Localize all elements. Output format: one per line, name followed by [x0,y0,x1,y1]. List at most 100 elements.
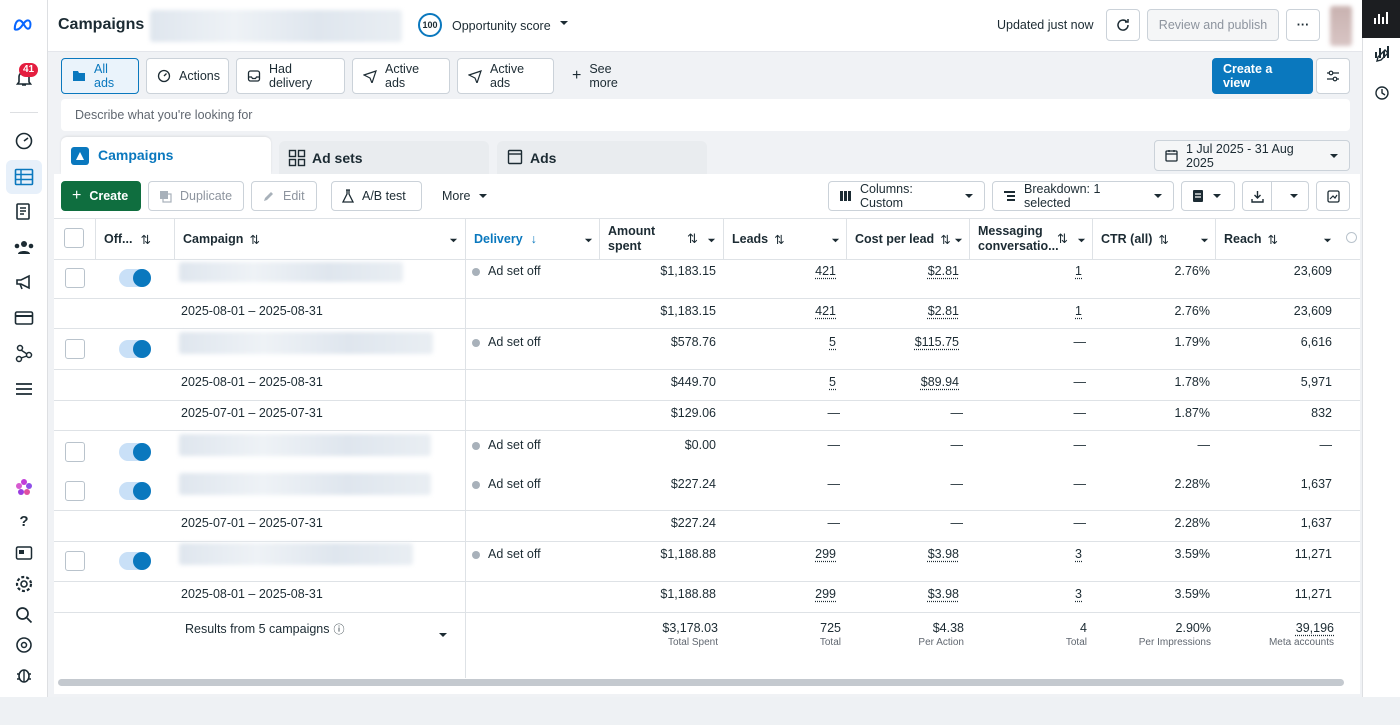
audiences-icon[interactable] [12,235,36,259]
col-header-reach[interactable]: Reach ⇅ [1224,218,1278,260]
columns-dropdown[interactable]: Columns: Custom [828,181,985,211]
row-checkbox[interactable] [65,551,85,571]
leads-cell[interactable]: 421 [724,304,836,318]
chevron-down-icon[interactable] [449,234,458,248]
filter-settings-button[interactable] [1316,58,1350,94]
chevron-down-icon[interactable] [1280,182,1308,210]
filter-active-ads-2[interactable]: Active ads [457,58,554,94]
open-chart-button[interactable] [1316,181,1350,211]
charts-toggle-icon[interactable] [1373,10,1389,29]
cost-per-lead-cell[interactable]: $2.81 [847,304,959,318]
history-clock-icon[interactable] [1374,85,1390,104]
col-header-cost-per-lead[interactable]: Cost per lead ⇅ [855,218,951,260]
tab-ad-sets[interactable]: Ad sets [279,141,489,174]
filter-actions[interactable]: Actions [146,58,229,94]
date-range-picker[interactable]: 1 Jul 2025 - 31 Aug 2025 [1154,140,1350,171]
chevron-down-icon[interactable] [1200,234,1209,248]
cost-per-lead-cell[interactable]: $3.98 [847,547,959,561]
pages-icon[interactable] [12,200,36,224]
cost-per-lead-cell[interactable]: $115.75 [847,335,959,349]
col-header-messaging[interactable]: Messaging conversatio... [978,218,1059,260]
cost-per-lead-cell[interactable]: $89.94 [847,375,959,389]
campaign-name[interactable] [179,434,431,456]
col-header-ctr[interactable]: CTR (all) ⇅ [1101,218,1169,260]
messaging-cell[interactable]: 1 [970,304,1082,318]
settings-gear-icon[interactable] [12,572,36,596]
ad-account-selector[interactable] [150,10,402,42]
bug-report-icon[interactable] [12,663,36,687]
horizontal-scrollbar[interactable] [58,679,1344,686]
col-header-offon[interactable]: Off... ⇅ [104,218,151,260]
more-options-button[interactable]: ··· [1286,9,1320,41]
export-button-group[interactable] [1242,181,1309,211]
edit-button[interactable]: Edit [251,181,317,211]
duplicate-button[interactable]: Duplicate [148,181,244,211]
chevron-down-icon[interactable] [558,17,570,32]
refresh-button[interactable] [1106,9,1140,41]
meta-ai-icon[interactable] [12,475,36,499]
add-column-icon[interactable] [1346,232,1357,243]
download-icon[interactable] [1243,182,1272,210]
select-all-checkbox[interactable] [64,228,84,248]
see-more-button[interactable]: + See more [562,58,652,94]
campaign-toggle[interactable] [119,552,151,570]
campaign-name[interactable] [179,543,413,565]
create-view-button[interactable]: Create a view [1212,58,1313,94]
col-header-leads[interactable]: Leads ⇅ [732,218,785,260]
chevron-down-icon[interactable] [1077,234,1086,248]
opportunity-score-label[interactable]: Opportunity score [452,19,551,33]
edit-pencil-icon[interactable] [1374,48,1390,67]
sort-icon[interactable]: ⇅ [1057,231,1068,247]
messaging-cell[interactable]: 1 [970,264,1082,278]
row-checkbox[interactable] [65,442,85,462]
leads-cell[interactable]: 421 [724,264,836,278]
help-icon[interactable]: ? [12,509,36,533]
campaign-name[interactable] [179,473,431,495]
avatar[interactable] [1330,6,1352,46]
cost-per-lead-cell[interactable]: $3.98 [847,587,959,601]
chevron-down-icon[interactable] [584,234,593,248]
tab-ads[interactable]: Ads [497,141,707,174]
row-checkbox[interactable] [65,268,85,288]
ads-megaphone-icon[interactable] [12,270,36,294]
breakdown-dropdown[interactable]: Breakdown: 1 selected [992,181,1174,211]
campaign-toggle[interactable] [119,269,151,287]
chevron-down-icon[interactable] [707,234,716,248]
campaign-toggle[interactable] [119,482,151,500]
chevron-down-icon[interactable] [438,629,448,643]
search-placeholder[interactable]: Describe what you're looking for [75,108,252,122]
leads-cell[interactable]: 299 [724,587,836,601]
campaign-name[interactable] [179,332,433,354]
chevron-down-icon[interactable] [831,234,840,248]
connections-icon[interactable] [12,341,36,365]
col-header-delivery[interactable]: Delivery ↓ [474,218,537,260]
campaigns-table-icon[interactable] [12,165,36,189]
overview-icon[interactable] [12,129,36,153]
cost-per-lead-cell[interactable]: $2.81 [847,264,959,278]
leads-cell[interactable]: 5 [724,335,836,349]
reports-dropdown[interactable] [1181,181,1235,211]
leads-cell[interactable]: 5 [724,375,836,389]
row-checkbox[interactable] [65,339,85,359]
create-button[interactable]: + Create [61,181,141,211]
tab-campaigns[interactable]: Campaigns [61,137,271,174]
messaging-cell[interactable]: 3 [970,587,1082,601]
campaign-name[interactable] [179,262,403,282]
campaign-toggle[interactable] [119,443,151,461]
filter-had-delivery[interactable]: Had delivery [236,58,345,94]
review-publish-button[interactable]: Review and publish [1147,9,1279,41]
filter-active-ads[interactable]: Active ads [352,58,450,94]
sort-icon[interactable]: ⇅ [687,231,698,247]
more-dropdown[interactable]: More [432,181,492,211]
news-icon[interactable] [12,541,36,565]
chevron-down-icon[interactable] [954,234,963,248]
menu-icon[interactable] [12,377,36,401]
campaign-toggle[interactable] [119,340,151,358]
messaging-cell[interactable]: 3 [970,547,1082,561]
ab-test-button[interactable]: A/B test [331,181,422,211]
meta-logo-icon[interactable] [12,13,36,37]
col-header-amount-spent[interactable]: Amount spent [608,218,655,260]
row-checkbox[interactable] [65,481,85,501]
search-bar[interactable]: Describe what you're looking for [61,99,1350,131]
col-header-campaign[interactable]: Campaign ⇅ [183,218,260,260]
